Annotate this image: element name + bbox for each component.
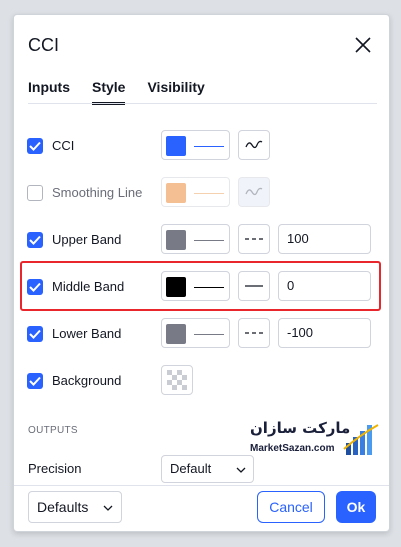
precision-value: Default	[170, 461, 212, 476]
smoothing-color-swatch	[166, 183, 186, 203]
lower-band-line-style-button[interactable]	[238, 318, 270, 348]
outputs-heading: OUTPUTS	[28, 425, 78, 436]
cci-label: CCI	[52, 138, 75, 153]
bar-chart-logo-icon	[343, 424, 379, 455]
dialog-title: CCI	[28, 35, 59, 55]
row-smoothing-line: Smoothing Line	[14, 177, 389, 209]
precision-label: Precision	[28, 461, 82, 476]
background-color-picker[interactable]	[161, 365, 193, 395]
cancel-button[interactable]: Cancel	[257, 491, 325, 523]
upper-band-style-picker[interactable]	[161, 224, 230, 254]
footer-divider	[14, 485, 389, 486]
upper-band-checkbox[interactable]	[27, 232, 43, 248]
row-cci: CCI	[14, 130, 389, 162]
background-checkbox[interactable]	[27, 373, 43, 389]
row-lower-band: Lower Band -100	[14, 318, 389, 350]
upper-band-line-preview	[194, 240, 224, 241]
line-chart-icon	[245, 187, 263, 196]
ok-button[interactable]: Ok	[336, 491, 376, 523]
row-upper-band: Upper Band 100	[14, 224, 389, 256]
row-background: Background	[14, 365, 389, 397]
smoothing-line-preview	[194, 193, 224, 194]
chevron-down-icon	[236, 467, 246, 473]
precision-select[interactable]: Default	[161, 455, 254, 483]
cci-line-preview	[194, 146, 224, 147]
lower-band-color-swatch	[166, 324, 186, 344]
close-icon[interactable]	[353, 35, 373, 55]
defaults-dropdown[interactable]: Defaults	[28, 491, 122, 523]
upper-band-color-swatch	[166, 230, 186, 250]
background-label: Background	[52, 373, 122, 388]
cci-style-picker[interactable]	[161, 130, 230, 160]
upper-band-value-input[interactable]: 100	[278, 224, 371, 254]
cci-checkbox[interactable]	[27, 138, 43, 154]
watermark-en-text: MarketSazan.com	[250, 443, 335, 454]
settings-dialog: CCI Inputs Style Visibility CCI Smoothin…	[13, 14, 390, 532]
smoothing-checkbox[interactable]	[27, 185, 43, 201]
tab-divider	[28, 103, 377, 104]
cci-color-swatch	[166, 136, 186, 156]
dashed-line-icon	[245, 332, 263, 334]
defaults-label: Defaults	[37, 499, 89, 515]
dashed-line-icon	[245, 238, 263, 240]
lower-band-value-input[interactable]: -100	[278, 318, 371, 348]
middle-band-highlight	[20, 261, 381, 311]
cci-plot-type-button[interactable]	[238, 130, 270, 160]
transparent-checker-icon	[167, 370, 187, 390]
watermark-logo: مارکت سازان MarketSazan.com	[250, 419, 380, 461]
tab-visibility[interactable]: Visibility	[147, 79, 204, 105]
upper-band-line-style-button[interactable]	[238, 224, 270, 254]
line-chart-icon	[245, 140, 263, 149]
lower-band-checkbox[interactable]	[27, 326, 43, 342]
chevron-down-icon	[103, 505, 113, 511]
lower-band-style-picker[interactable]	[161, 318, 230, 348]
smoothing-style-picker[interactable]	[161, 177, 230, 207]
smoothing-plot-type-button[interactable]	[238, 177, 270, 207]
smoothing-label: Smoothing Line	[52, 185, 143, 200]
lower-band-line-preview	[194, 334, 224, 335]
tab-inputs[interactable]: Inputs	[28, 79, 70, 105]
tab-style[interactable]: Style	[92, 79, 126, 105]
lower-band-label: Lower Band	[52, 326, 122, 341]
watermark-fa-text: مارکت سازان	[250, 419, 351, 437]
tab-bar: Inputs Style Visibility	[28, 79, 227, 105]
upper-band-label: Upper Band	[52, 232, 122, 247]
